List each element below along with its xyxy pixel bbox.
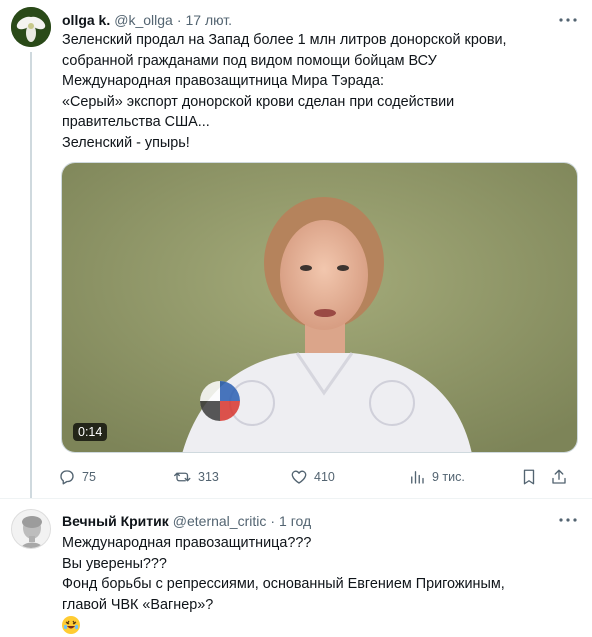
reply-icon (60, 470, 74, 485)
video-player[interactable]: 0:14 (61, 162, 578, 453)
retweet-icon (174, 472, 191, 482)
more-dots-icon[interactable] (558, 512, 578, 528)
tweet-divider (0, 498, 592, 499)
tweet-text-line: Международная правозащитница Мира Тэрада… (62, 73, 384, 89)
author-handle[interactable]: @eternal_critic (173, 513, 267, 529)
views-button[interactable]: 9 тис. (408, 466, 465, 488)
avatar[interactable] (11, 7, 51, 47)
tweet-text-line: Международная правозащитница??? (62, 535, 312, 551)
like-count: 410 (314, 470, 335, 484)
views-bar-icon (411, 471, 424, 484)
video-duration: 0:14 (73, 423, 108, 441)
rofl-emoji-icon (62, 616, 80, 635)
thread-line (30, 52, 32, 498)
separator-dot: · (176, 12, 182, 28)
channel-logo-icon (200, 381, 240, 421)
retweet-count: 313 (198, 470, 219, 484)
statue-avatar-image (12, 510, 50, 548)
tweet-text: Зеленский продал на Запад более 1 млн ли… (62, 30, 582, 153)
tweet-text-line: Фонд борьбы с репрессиями, основанный Ев… (62, 576, 505, 592)
bookmark-icon (523, 469, 535, 485)
share-button[interactable] (550, 466, 574, 488)
views-count: 9 тис. (432, 470, 465, 484)
video-frame-image (62, 163, 577, 452)
like-button[interactable]: 410 (290, 466, 335, 488)
reply-count: 75 (82, 470, 96, 484)
tweet-text: Международная правозащитница??? Вы увере… (62, 533, 505, 636)
retweet-button[interactable]: 313 (174, 466, 219, 488)
reply-button[interactable]: 75 (58, 466, 96, 488)
tweet-main[interactable]: ollga k. @k_ollga · 17 лют. Зеленский пр… (0, 0, 592, 498)
tweet-text-line: главой ЧВК «Вагнер»? (62, 596, 214, 613)
tweet-text-line: «Серый» экспорт донорской крови сделан п… (62, 93, 455, 110)
tweet-text-line: правительства США... (62, 114, 210, 130)
tweet-text-line: Зеленский - упырь! (62, 134, 190, 151)
tweet-text-line: Вы уверены??? (62, 555, 167, 572)
share-icon (552, 469, 566, 484)
tweet-header: Вечный Критик @eternal_critic · 1 год (62, 512, 311, 530)
author-name[interactable]: ollga k. (62, 12, 110, 28)
tweet-time[interactable]: 1 год (279, 513, 311, 529)
separator-dot: · (270, 513, 276, 529)
tweet-text-line: собранной гражданами под видом помощи бо… (62, 52, 437, 69)
tweet-text-line (62, 615, 505, 636)
action-bar: 75 313 410 9 тис. (58, 466, 566, 488)
author-name[interactable]: Вечный Критик (62, 513, 169, 529)
tweet-time[interactable]: 17 лют. (185, 12, 232, 28)
avatar[interactable] (11, 509, 51, 549)
tweet-text-line: Зеленский продал на Запад более 1 млн ли… (62, 32, 507, 48)
author-handle[interactable]: @k_ollga (114, 12, 173, 28)
more-dots-icon[interactable] (558, 12, 578, 28)
heart-icon (291, 470, 307, 484)
flower-avatar-image (11, 7, 51, 47)
tweet-header: ollga k. @k_ollga · 17 лют. (62, 11, 232, 29)
bookmark-button[interactable] (520, 466, 544, 488)
